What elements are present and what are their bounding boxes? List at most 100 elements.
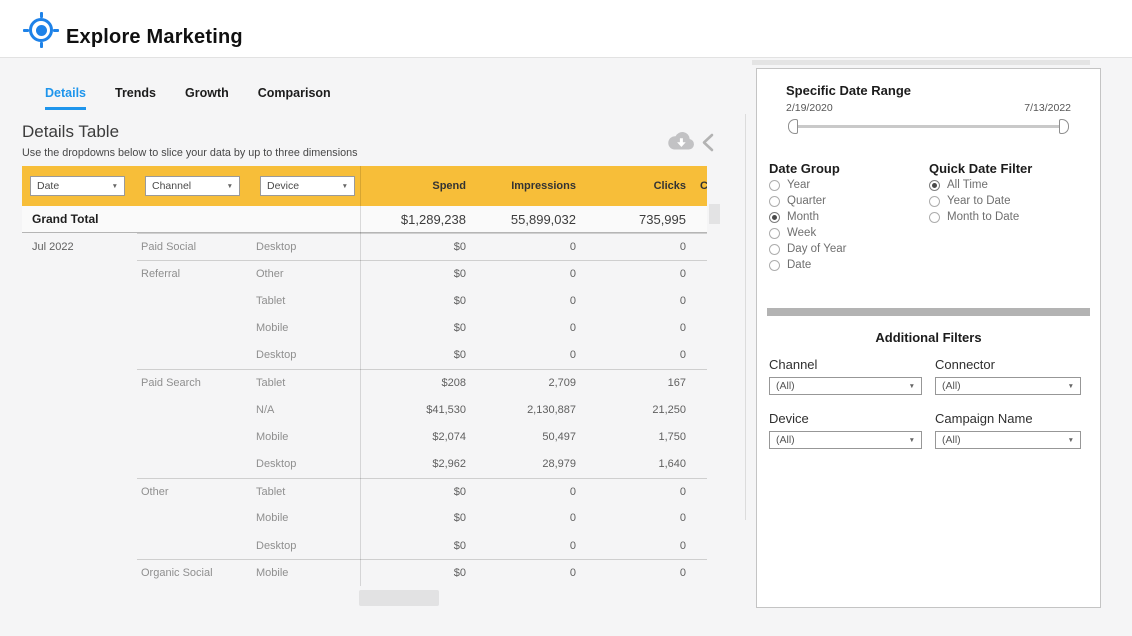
column-header-spend[interactable]: Spend: [360, 180, 470, 192]
row-extra-cell: [690, 342, 707, 369]
panel-top-strip: [752, 60, 1090, 65]
row-device: Mobile: [252, 423, 360, 450]
dropdown-value: (All): [776, 434, 795, 446]
filter-group-connector: Connector (All) ▼: [935, 357, 1083, 395]
filter-dropdown-device[interactable]: (All)▼: [769, 431, 922, 449]
column-header-impressions[interactable]: Impressions: [470, 180, 580, 192]
row-value-0: $0: [360, 260, 470, 287]
row-value-1: 0: [470, 532, 580, 559]
chevron-down-icon: ▼: [227, 183, 233, 190]
radio-label: Month to Date: [947, 211, 1019, 223]
radio-option-year-to-date[interactable]: Year to Date: [929, 195, 1019, 207]
column-header-clicks[interactable]: Clicks: [580, 180, 690, 192]
radio-option-day-of-year[interactable]: Day of Year: [769, 243, 846, 255]
app-header: Explore Marketing: [0, 0, 1132, 58]
radio-option-week[interactable]: Week: [769, 227, 846, 239]
cloud-download-icon[interactable]: [666, 130, 696, 157]
date-range-title: Specific Date Range: [786, 83, 911, 98]
row-device: N/A: [252, 396, 360, 423]
radio-option-quarter[interactable]: Quarter: [769, 195, 846, 207]
dropdown-value: Date: [37, 180, 59, 192]
dropdown-value: Channel: [152, 180, 191, 192]
row-date: [22, 532, 137, 559]
row-channel: [137, 423, 252, 450]
dropdown-value: (All): [942, 380, 961, 392]
slider-start-handle[interactable]: [788, 119, 798, 134]
radio-option-month-to-date[interactable]: Month to Date: [929, 211, 1019, 223]
dimension-dropdown-date[interactable]: Date▼: [30, 176, 125, 196]
tab-trends[interactable]: Trends: [115, 86, 156, 110]
radio-label: Year: [787, 179, 810, 191]
date-range-slider[interactable]: [788, 118, 1069, 136]
row-value-2: 167: [580, 369, 690, 396]
row-device: Other: [252, 260, 360, 287]
chevron-down-icon: ▼: [1068, 383, 1074, 390]
radio-label: Month: [787, 211, 819, 223]
filter-group-device: Device(All)▼: [769, 411, 935, 449]
filter-dropdown-channel[interactable]: (All)▼: [769, 377, 922, 395]
row-device: Tablet: [252, 369, 360, 396]
table-row[interactable]: Desktop$000: [22, 342, 707, 369]
slider-end-handle[interactable]: [1059, 119, 1069, 134]
table-row[interactable]: Desktop$000: [22, 532, 707, 559]
tab-bar: Details Trends Growth Comparison: [45, 86, 331, 110]
radio-icon: [929, 212, 940, 223]
table-row[interactable]: OtherTablet$000: [22, 478, 707, 505]
row-date: [22, 559, 137, 586]
table-row[interactable]: Mobile$2,07450,4971,750: [22, 423, 707, 450]
dimension-dropdown-channel[interactable]: Channel ▼: [145, 176, 240, 196]
dimension-dropdown-device[interactable]: Device▼: [260, 176, 355, 196]
table-row[interactable]: N/A$41,5302,130,88721,250: [22, 396, 707, 423]
row-extra-cell: [690, 396, 707, 423]
table-row[interactable]: Desktop$2,96228,9791,640: [22, 451, 707, 478]
row-device: Desktop: [252, 342, 360, 369]
column-header-c[interactable]: C: [690, 180, 707, 192]
radio-icon: [769, 180, 780, 191]
row-extra-cell: [690, 423, 707, 450]
row-value-1: 2,130,887: [470, 396, 580, 423]
table-row[interactable]: Organic SocialMobile$000: [22, 559, 707, 586]
table-row[interactable]: Tablet$000: [22, 287, 707, 314]
radio-icon: [769, 228, 780, 239]
row-channel: Paid Social: [137, 233, 252, 260]
row-date: [22, 369, 137, 396]
radio-icon: [769, 196, 780, 207]
row-value-1: 0: [470, 559, 580, 586]
row-extra-cell: [690, 559, 707, 586]
radio-label: Week: [787, 227, 816, 239]
row-value-0: $0: [360, 315, 470, 342]
row-extra-cell: [690, 287, 707, 314]
filter-dropdown-connector[interactable]: (All) ▼: [935, 377, 1081, 395]
filter-label: Connector: [935, 357, 1083, 372]
filter-dropdown-campaign-name[interactable]: (All)▼: [935, 431, 1081, 449]
row-device: Desktop: [252, 233, 360, 260]
table-row[interactable]: Mobile$000: [22, 315, 707, 342]
tab-growth[interactable]: Growth: [185, 86, 229, 110]
tab-comparison[interactable]: Comparison: [258, 86, 331, 110]
radio-option-all-time[interactable]: All Time: [929, 179, 1019, 191]
date-range-end: 7/13/2022: [1024, 102, 1071, 114]
row-device: Desktop: [252, 532, 360, 559]
logo-dot: [36, 25, 47, 36]
vertical-scrollbar-thumb[interactable]: [709, 204, 720, 224]
chevron-left-icon[interactable]: [701, 133, 715, 157]
horizontal-scrollbar-thumb[interactable]: [359, 590, 439, 606]
table-row[interactable]: Mobile$000: [22, 505, 707, 532]
radio-option-year[interactable]: Year: [769, 179, 846, 191]
date-range-start: 2/19/2020: [786, 102, 833, 114]
row-channel: [137, 505, 252, 532]
row-channel: [137, 532, 252, 559]
row-value-2: 0: [580, 342, 690, 369]
row-device: Tablet: [252, 478, 360, 505]
radio-icon: [769, 212, 780, 223]
radio-label: Day of Year: [787, 243, 846, 255]
row-value-0: $41,530: [360, 396, 470, 423]
slider-track[interactable]: [792, 125, 1065, 128]
table-row[interactable]: ReferralOther$000: [22, 260, 707, 287]
radio-option-month[interactable]: Month: [769, 211, 846, 223]
table-row[interactable]: Jul 2022Paid SocialDesktop$000: [22, 233, 707, 260]
tab-details[interactable]: Details: [45, 86, 86, 110]
table-body: Jul 2022Paid SocialDesktop$000ReferralOt…: [22, 233, 707, 586]
radio-option-date[interactable]: Date: [769, 259, 846, 271]
table-row[interactable]: Paid SearchTablet$2082,709167: [22, 369, 707, 396]
